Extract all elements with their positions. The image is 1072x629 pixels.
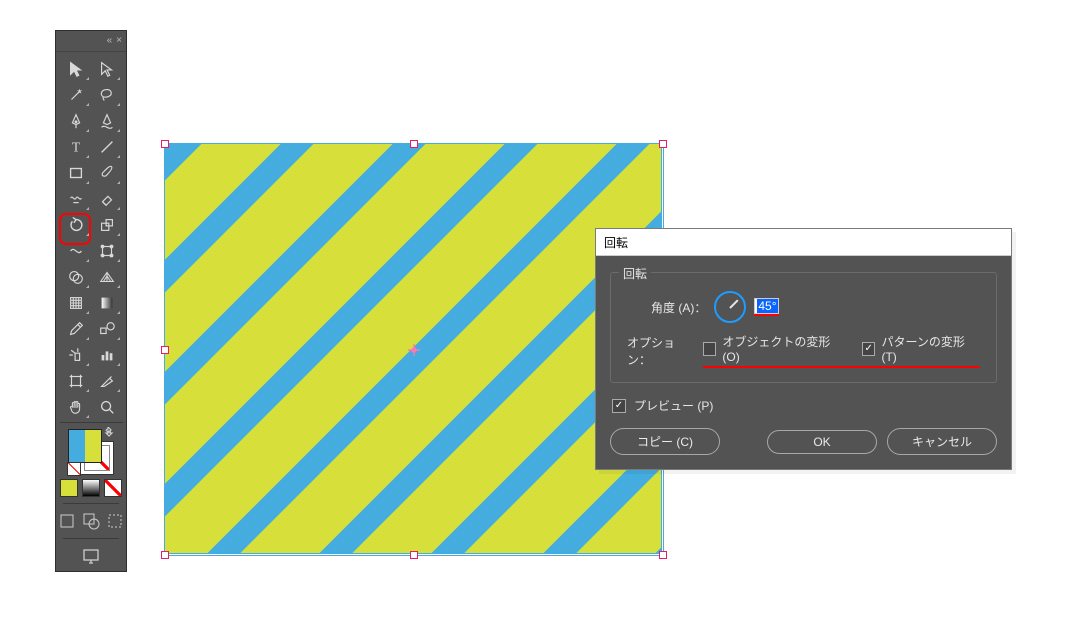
tools-panel: « × T — [55, 30, 127, 572]
transform-patterns-checkbox[interactable] — [862, 342, 876, 356]
preview-checkbox[interactable] — [612, 399, 626, 413]
ok-button[interactable]: OK — [767, 430, 877, 454]
eyedropper-tool[interactable] — [60, 316, 91, 342]
pen-tool[interactable] — [60, 108, 91, 134]
width-tool[interactable] — [60, 238, 91, 264]
transform-objects-checkbox[interactable] — [703, 342, 717, 356]
symbol-sprayer-tool[interactable] — [60, 342, 91, 368]
paintbrush-tool[interactable] — [91, 160, 122, 186]
draw-inside-icon[interactable] — [106, 512, 124, 530]
none-chip[interactable] — [104, 479, 122, 497]
rotate-dialog: 回転 回転 角度 (A)： 45° オプション： オブジェクトの変形 (O) パ… — [595, 228, 1012, 470]
column-graph-tool[interactable] — [91, 342, 122, 368]
angle-input[interactable]: 45° — [754, 298, 778, 314]
mesh-tool[interactable] — [60, 290, 91, 316]
draw-normal-icon[interactable] — [58, 512, 76, 530]
options-label: オプション： — [627, 334, 697, 368]
blend-tool[interactable] — [91, 316, 122, 342]
direct-selection-tool[interactable] — [91, 56, 122, 82]
free-transform-tool[interactable] — [91, 238, 122, 264]
fill-stroke-swatch[interactable] — [68, 429, 114, 475]
tools-panel-header: « × — [56, 31, 126, 52]
angle-label: 角度 (A)： — [651, 299, 706, 316]
hand-tool[interactable] — [60, 394, 91, 420]
type-tool[interactable]: T — [60, 134, 91, 160]
lasso-tool[interactable] — [91, 82, 122, 108]
curvature-tool[interactable] — [91, 108, 122, 134]
tool-grid: T — [56, 52, 126, 420]
shaper-tool[interactable] — [60, 186, 91, 212]
default-fill-stroke-icon[interactable] — [67, 462, 81, 476]
perspective-grid-tool[interactable] — [91, 264, 122, 290]
slice-tool[interactable] — [91, 368, 122, 394]
gradient-chip[interactable] — [82, 479, 100, 497]
transform-objects-label: オブジェクトの変形 (O) — [722, 333, 846, 364]
preview-label: プレビュー (P) — [634, 397, 713, 414]
tools-footer — [56, 425, 126, 571]
artboard-object[interactable] — [164, 143, 662, 554]
shape-builder-tool[interactable] — [60, 264, 91, 290]
rectangle-tool[interactable] — [60, 160, 91, 186]
magic-wand-tool[interactable] — [60, 82, 91, 108]
angle-dial[interactable] — [714, 291, 746, 323]
eraser-tool[interactable] — [91, 186, 122, 212]
rotate-group: 回転 角度 (A)： 45° オプション： オブジェクトの変形 (O) パターン… — [610, 272, 997, 383]
dialog-title: 回転 — [604, 234, 628, 251]
color-chip[interactable] — [60, 479, 78, 497]
line-segment-tool[interactable] — [91, 134, 122, 160]
fill-swatch[interactable] — [68, 429, 102, 463]
zoom-tool[interactable] — [91, 394, 122, 420]
transform-patterns-label: パターンの変形 (T) — [881, 333, 980, 364]
screen-mode-icon[interactable] — [82, 547, 100, 565]
rotate-tool[interactable] — [60, 212, 91, 238]
rotate-group-label: 回転 — [619, 265, 651, 282]
gradient-tool[interactable] — [91, 290, 122, 316]
scale-tool[interactable] — [91, 212, 122, 238]
artboard-tool[interactable] — [60, 368, 91, 394]
panel-close-icon[interactable]: × — [116, 36, 122, 46]
copy-button[interactable]: コピー (C) — [610, 428, 720, 455]
cancel-button[interactable]: キャンセル — [887, 428, 997, 455]
draw-behind-icon[interactable] — [82, 512, 100, 530]
dialog-titlebar[interactable]: 回転 — [596, 229, 1011, 256]
selection-tool[interactable] — [60, 56, 91, 82]
panel-collapse-icon[interactable]: « — [107, 36, 113, 46]
svg-text:T: T — [71, 140, 80, 155]
swap-fill-stroke-icon[interactable] — [104, 427, 116, 439]
